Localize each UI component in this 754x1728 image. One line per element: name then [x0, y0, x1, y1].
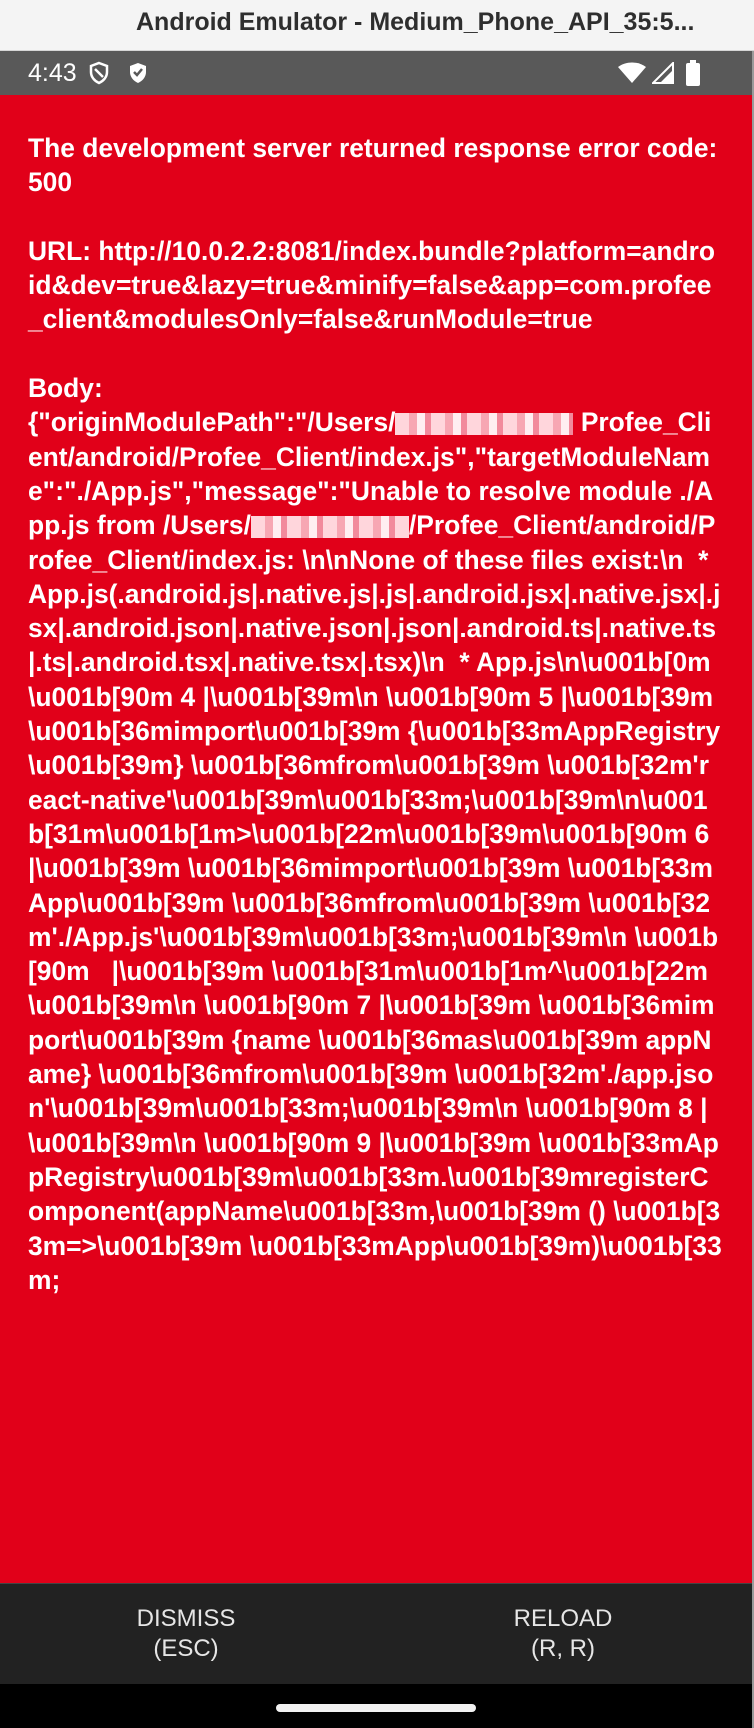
window-title-bar[interactable]: Android Emulator - Medium_Phone_API_35:5… [0, 0, 754, 51]
dismiss-button[interactable]: DISMISS (ESC) [56, 1604, 316, 1664]
reload-label: RELOAD [513, 1605, 613, 1632]
redbox-button-bar: DISMISS (ESC) RELOAD (R, R) [0, 1583, 752, 1684]
reload-button[interactable]: RELOAD (R, R) [433, 1604, 693, 1664]
redacted-username [395, 413, 574, 436]
shield-outline-icon [88, 61, 110, 90]
error-body-part-1: {"originModulePath":"/Users/ [28, 407, 396, 438]
cellular-signal-icon [650, 60, 674, 89]
emulator-window: Android Emulator - Medium_Phone_API_35:5… [0, 0, 754, 1728]
redbox-error-screen[interactable]: The development server returned response… [0, 95, 752, 1583]
error-body-part-3: /Profee_Client/android/Profee_Client/ind… [28, 510, 722, 1295]
redacted-username [250, 516, 409, 539]
gesture-nav-area [0, 1684, 752, 1728]
dismiss-shortcut: (ESC) [153, 1635, 219, 1662]
error-message: The development server returned response… [0, 95, 752, 1297]
error-heading: The development server returned response… [28, 133, 725, 198]
battery-icon [686, 60, 700, 91]
home-gesture-handle[interactable] [276, 1704, 476, 1712]
window-title: Android Emulator - Medium_Phone_API_35:5… [136, 8, 695, 36]
status-time: 4:43 [28, 59, 77, 87]
shield-filled-icon [127, 61, 149, 90]
wifi-icon [617, 62, 647, 89]
error-body-label: Body: [28, 373, 103, 404]
error-url: URL: http://10.0.2.2:8081/index.bundle?p… [28, 235, 715, 335]
dismiss-label: DISMISS [136, 1605, 236, 1632]
status-bar: 4:43 [0, 51, 752, 95]
reload-shortcut: (R, R) [531, 1635, 595, 1662]
